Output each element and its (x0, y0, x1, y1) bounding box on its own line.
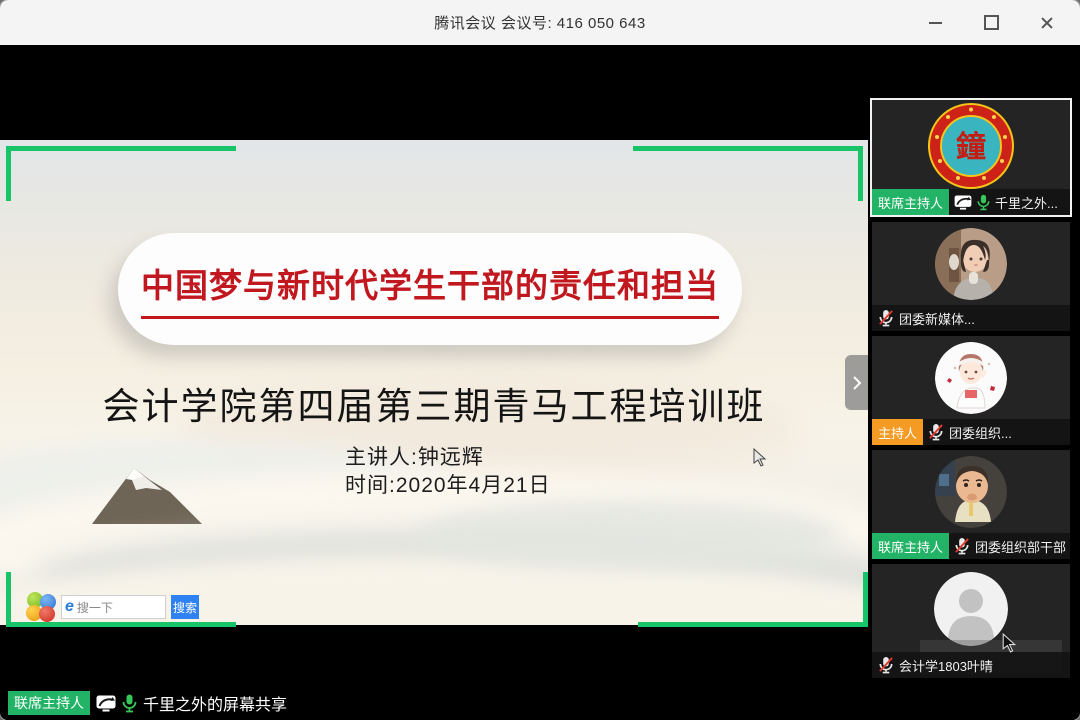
participant-name-bar: 主持人 团委组织... (872, 419, 1070, 445)
share-region-corner-bottom-right (638, 572, 868, 627)
participant-name-bar: 团委新媒体... (872, 305, 1070, 331)
participant-tile[interactable]: 联席主持人 团委组织部干部 (872, 450, 1070, 559)
chevron-right-icon (852, 375, 862, 391)
mountain-peak (92, 462, 202, 524)
remote-cursor-icon (753, 448, 767, 468)
anime-girl-coffee-avatar (935, 228, 1007, 300)
mic-muted-icon (928, 423, 944, 441)
participant-tile[interactable]: 主持人 团委组织... (872, 336, 1070, 445)
mic-muted-icon (878, 656, 894, 674)
cloud-shadow (420, 500, 840, 570)
role-badge: 联席主持人 (872, 533, 949, 559)
share-region-corner-top-left (6, 146, 236, 201)
sharer-label: 千里之外的屏幕共享 (143, 691, 287, 715)
slide-title: 中国梦与新时代学生干部的责任和担当 (141, 259, 719, 319)
anime-girl-peace-avatar (935, 342, 1007, 414)
window-title: 腾讯会议 会议号: 416 050 643 (434, 12, 645, 33)
participant-name-bar: 联席主持人 团委组织部干部 (872, 533, 1070, 559)
participant-name: 会计学1803叶晴 (899, 656, 993, 675)
baby-photo-avatar (935, 456, 1007, 528)
sidebar-collapse-handle[interactable] (845, 355, 868, 410)
participant-tile[interactable]: 团委新媒体... (872, 222, 1070, 331)
slide-title-pill: 中国梦与新时代学生干部的责任和担当 (118, 233, 742, 345)
role-badge: 联席主持人 (872, 189, 949, 215)
participant-name-bar: 会计学1803叶晴 (872, 652, 1070, 678)
participants-sidebar: 鐘 联席主持人 (872, 100, 1072, 720)
participant-name: 千里之外... (995, 193, 1058, 212)
meeting-stage: 中国梦与新时代学生干部的责任和担当 会计学院第四届第三期青马工程培训班 主讲人:… (0, 45, 1080, 720)
title-bar: 腾讯会议 会议号: 416 050 643 (0, 0, 1080, 45)
default-silhouette-avatar (934, 572, 1008, 646)
mic-on-icon (122, 694, 137, 713)
shared-screen-content: 中国梦与新时代学生干部的责任和担当 会计学院第四届第三期青马工程培训班 主讲人:… (0, 140, 868, 625)
mic-on-icon (977, 194, 990, 211)
meeting-window: 腾讯会议 会议号: 416 050 643 中国梦与新时代学生干部的责任和担当 (0, 0, 1080, 720)
slide-speaker-line: 主讲人:钟远辉 (345, 441, 484, 471)
minimize-button[interactable] (920, 8, 950, 38)
participant-name: 团委组织部干部 (975, 537, 1066, 556)
screen-share-icon (954, 195, 972, 210)
participant-name-bar: 联席主持人 (872, 189, 1070, 215)
role-badge: 联席主持人 (8, 691, 90, 715)
share-region-corner-bottom-left (6, 572, 236, 627)
participant-name: 团委新媒体... (899, 309, 975, 328)
screen-share-icon (96, 695, 116, 712)
mouse-cursor-icon (1002, 633, 1017, 654)
participant-tile[interactable]: 会计学1803叶晴 (872, 564, 1070, 678)
zhong-emblem-avatar: 鐘 (928, 103, 1014, 189)
mic-muted-icon (878, 309, 894, 327)
slide-date-line: 时间:2020年4月21日 (345, 469, 551, 499)
svg-text:鐘: 鐘 (956, 130, 986, 164)
host-badge: 主持人 (872, 419, 923, 445)
maximize-button[interactable] (976, 8, 1006, 38)
participant-tile[interactable]: 鐘 联席主持人 (872, 100, 1070, 215)
mic-muted-icon (954, 537, 970, 555)
participant-name: 团委组织... (949, 423, 1012, 442)
share-region-corner-top-right (633, 146, 863, 201)
window-controls (920, 0, 1070, 45)
slide-subtitle: 会计学院第四届第三期青马工程培训班 (0, 376, 868, 430)
close-button[interactable] (1032, 8, 1062, 38)
share-status-bar: 联席主持人 千里之外的屏幕共享 (8, 691, 287, 715)
